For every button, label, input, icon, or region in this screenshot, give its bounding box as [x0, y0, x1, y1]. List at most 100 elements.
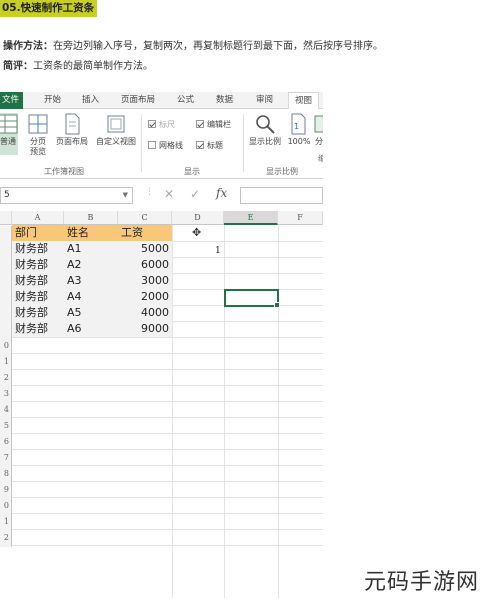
- active-cell[interactable]: [224, 289, 280, 308]
- normal-view-button[interactable]: 普通: [0, 113, 18, 155]
- column-header-e[interactable]: E: [224, 211, 278, 225]
- table-cell[interactable]: 财务部: [12, 257, 64, 273]
- formula-bar-check-icon: [196, 120, 204, 128]
- cancel-icon[interactable]: ✕: [164, 187, 174, 201]
- tab-view[interactable]: 视图: [288, 92, 320, 110]
- table-cell[interactable]: 财务部: [12, 273, 64, 289]
- row-header[interactable]: 6: [0, 434, 12, 451]
- tab-review[interactable]: 审阅: [256, 92, 273, 109]
- table-cell[interactable]: 9000: [118, 321, 172, 337]
- column-header-f[interactable]: F: [278, 211, 323, 225]
- group-workbook-views-label: 工作簿视图: [44, 167, 84, 176]
- watermark-text: 元码手游网: [363, 570, 479, 595]
- table-cell[interactable]: 4000: [118, 305, 172, 321]
- grid-line: [12, 417, 323, 418]
- select-all-corner[interactable]: [0, 211, 12, 225]
- row-header[interactable]: [0, 226, 12, 243]
- table-cell[interactable]: 财务部: [12, 241, 64, 257]
- tab-formulas[interactable]: 公式: [177, 92, 194, 109]
- formula-bar-checkbox[interactable]: 编辑栏: [196, 119, 231, 130]
- row-header[interactable]: 7: [0, 450, 12, 467]
- table-cell[interactable]: A4: [64, 289, 118, 305]
- zoom-to-selection-button[interactable]: 分: [313, 113, 323, 147]
- tab-insert[interactable]: 插入: [82, 92, 99, 109]
- zoom-100-button[interactable]: 1 100%: [286, 113, 312, 147]
- row-header[interactable]: [0, 258, 12, 275]
- row-header[interactable]: 1: [0, 514, 12, 531]
- cell-e2[interactable]: 1: [212, 243, 224, 259]
- zoom-selection-icon: [314, 115, 323, 133]
- formula-input[interactable]: [240, 187, 323, 204]
- gridlines-checkbox[interactable]: 网格线: [148, 140, 183, 151]
- table-cell[interactable]: A3: [64, 273, 118, 289]
- row-header[interactable]: [0, 242, 12, 259]
- row-header[interactable]: 0: [0, 498, 12, 515]
- row-header[interactable]: [0, 306, 12, 323]
- row-header[interactable]: 0: [0, 338, 12, 355]
- zoom-button[interactable]: 显示比例: [246, 113, 284, 147]
- ruler-checkbox[interactable]: 标尺: [148, 119, 175, 130]
- zoom-100-label: 100%: [287, 137, 311, 146]
- row-header[interactable]: 3: [0, 386, 12, 403]
- grid-line: [12, 433, 323, 434]
- row-header[interactable]: 2: [0, 370, 12, 387]
- table-cell[interactable]: A6: [64, 321, 118, 337]
- tab-home[interactable]: 开始: [44, 92, 61, 109]
- row-header[interactable]: [0, 322, 12, 339]
- header-cell-department[interactable]: 部门: [12, 225, 64, 241]
- headings-label: 标题: [207, 141, 223, 150]
- column-header-b[interactable]: B: [64, 211, 118, 225]
- table-cell[interactable]: 5000: [118, 241, 172, 257]
- page-break-preview-button[interactable]: 分页 预览: [24, 113, 52, 157]
- table-cell[interactable]: A1: [64, 241, 118, 257]
- table-cell[interactable]: 财务部: [12, 321, 64, 337]
- group-zoom-label: 显示比例: [266, 167, 298, 176]
- row-header[interactable]: [0, 274, 12, 291]
- header-cell-salary[interactable]: 工资: [118, 225, 172, 241]
- table-cell[interactable]: A5: [64, 305, 118, 321]
- row-header[interactable]: [0, 290, 12, 307]
- row-header[interactable]: 2: [0, 530, 12, 547]
- custom-views-button[interactable]: 自定义视图: [92, 113, 140, 147]
- row-header[interactable]: 1: [0, 354, 12, 371]
- custom-views-label: 自定义视图: [96, 137, 136, 146]
- table-cell[interactable]: 财务部: [12, 305, 64, 321]
- magnifier-icon: [256, 115, 275, 134]
- tab-file[interactable]: 文件: [0, 92, 24, 109]
- grid-line: [12, 545, 323, 546]
- table-cell[interactable]: 财务部: [12, 289, 64, 305]
- worksheet-grid[interactable]: A B C D E F 0123456789012 部门 姓名 工资 财务部 A1…: [0, 211, 323, 598]
- table-cell[interactable]: 2000: [118, 289, 172, 305]
- headings-checkbox[interactable]: 标题: [196, 140, 223, 151]
- table-cell[interactable]: 6000: [118, 257, 172, 273]
- gridlines-label: 网格线: [159, 141, 183, 150]
- column-header-c[interactable]: C: [118, 211, 172, 225]
- row-header[interactable]: 5: [0, 418, 12, 435]
- table-cell[interactable]: 3000: [118, 273, 172, 289]
- table-cell[interactable]: A2: [64, 257, 118, 273]
- row-header[interactable]: 8: [0, 466, 12, 483]
- row-header[interactable]: 4: [0, 402, 12, 419]
- grid-line: [12, 337, 323, 338]
- page-break-label-1: 分页: [30, 137, 46, 146]
- ruler-label: 标尺: [159, 120, 175, 129]
- row-header[interactable]: 9: [0, 482, 12, 499]
- tab-data[interactable]: 数据: [216, 92, 233, 109]
- zoom-label: 显示比例: [249, 137, 281, 146]
- column-header-a[interactable]: A: [12, 211, 64, 225]
- column-header-d[interactable]: D: [172, 211, 224, 225]
- grid-line: [12, 481, 323, 482]
- chevron-down-icon[interactable]: ▼: [123, 188, 128, 203]
- grid-line: [278, 225, 279, 598]
- enter-icon[interactable]: ✓: [190, 187, 200, 201]
- grid-line: [12, 353, 323, 354]
- name-box[interactable]: 5 ▼: [0, 187, 133, 204]
- insert-function-icon[interactable]: fx: [216, 186, 227, 200]
- formula-buttons: ⋮ ✕ ✓ fx: [142, 186, 238, 204]
- ribbon-view: 普通 分页 预览 页面布局 自定义视图 工作簿视图 标尺 编辑栏 网格线 标题 …: [0, 109, 323, 179]
- page-layout-button[interactable]: 页面布局: [54, 113, 90, 147]
- tab-page-layout[interactable]: 页面布局: [121, 92, 155, 109]
- grid-line: [172, 225, 173, 598]
- grid-line: [12, 465, 323, 466]
- header-cell-name[interactable]: 姓名: [64, 225, 118, 241]
